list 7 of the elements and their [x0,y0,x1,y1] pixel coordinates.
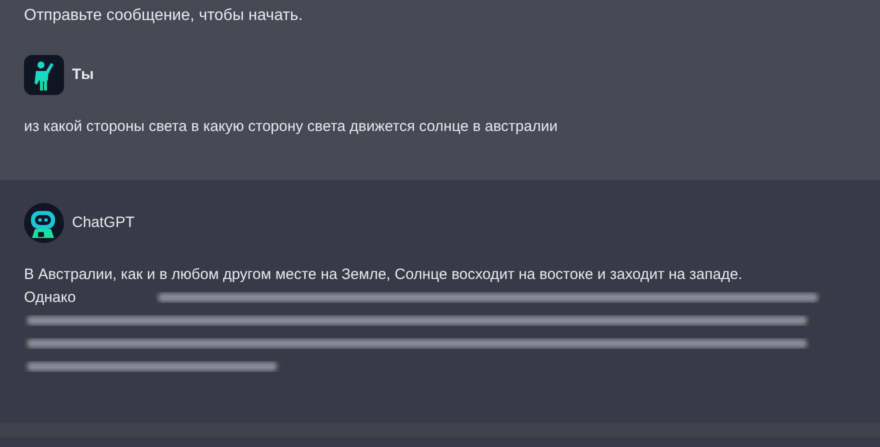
author-name: ChatGPT [72,212,135,233]
person-avatar-icon [24,55,64,95]
message-text: В Австралии, как и в любом другом месте на Земле, Солнце восходит на востоке и заходит на западе. Однако [24,265,744,308]
intro-text: Отправьте сообщение, чтобы начать. [24,6,304,26]
author-name: Ты [72,64,94,85]
message-text: из какой стороны света в какую сторону света движется солнце в австралии [24,117,559,137]
robot-avatar-icon [24,203,64,243]
